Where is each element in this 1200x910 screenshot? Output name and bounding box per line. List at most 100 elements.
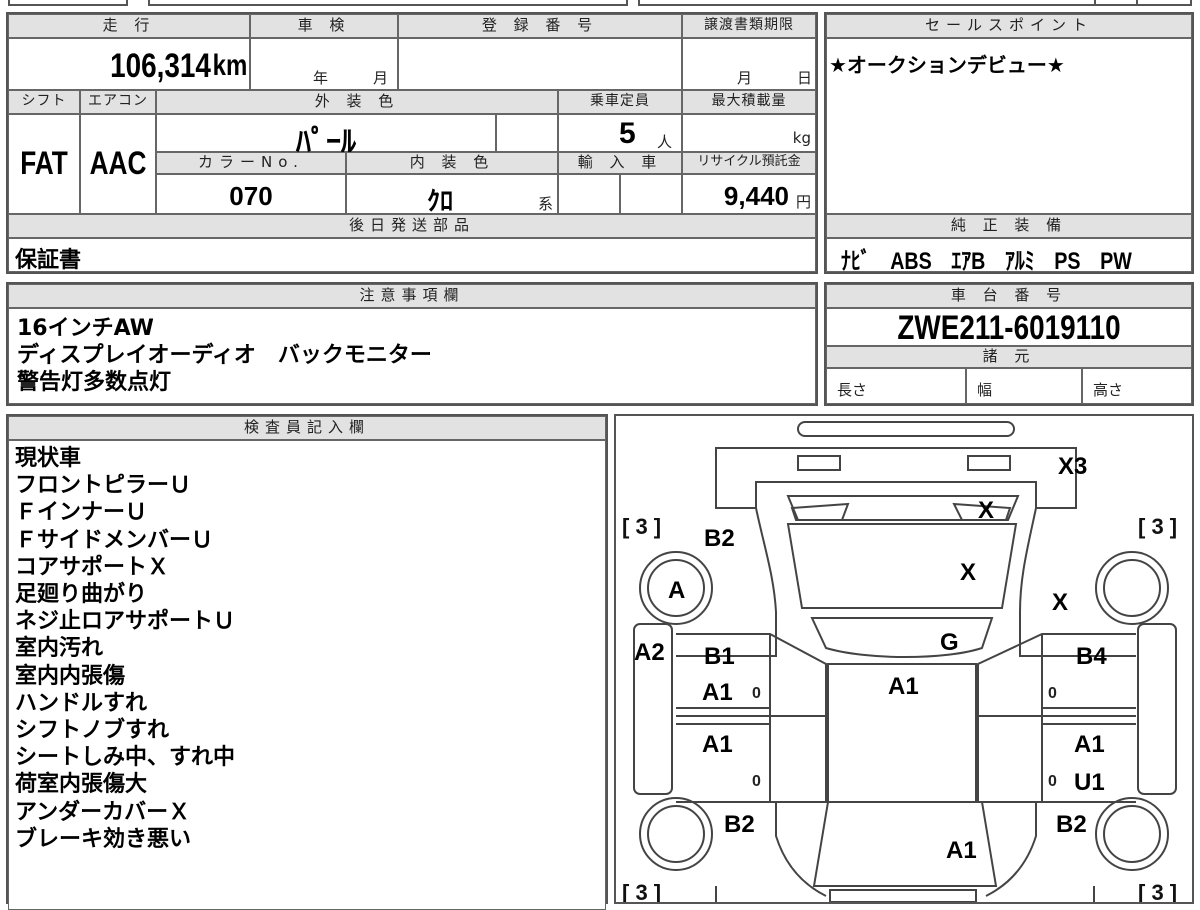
inspection-header: 車 検 xyxy=(250,14,398,38)
capacity-cell: 5 人 xyxy=(558,114,682,152)
spec-width-cell: 幅 xyxy=(966,368,1082,404)
max-load-unit: kg xyxy=(792,129,811,147)
top-clipped-row xyxy=(8,0,1192,6)
chassis-cell: ZWE211-6019110 xyxy=(826,308,1192,347)
notes-line: 16インチAW xyxy=(17,316,154,341)
inspector-block: 検査員記入欄 現状車 フロントピラーＵ ＦインナーＵ ＦサイドメンバーＵ コアサ… xyxy=(6,414,608,910)
interior-color-cell: ｸﾛ 系 xyxy=(346,174,558,216)
chassis-header: 車 台 番 号 xyxy=(826,284,1192,308)
spec-length-label: 長さ xyxy=(837,381,868,399)
damage-mark: A1 xyxy=(702,679,733,706)
interior-color-header: 内 装 色 xyxy=(346,152,558,174)
later-parts-value: 保証書 xyxy=(15,248,82,273)
inspector-line: ＦサイドメンバーＵ xyxy=(15,527,214,553)
sales-point-value: ★オークションデビュー★ xyxy=(829,53,1065,77)
damage-mark: A1 xyxy=(1074,731,1105,758)
inspector-line: ＦインナーＵ xyxy=(15,500,148,526)
recycle-header: リサイクル預託金 xyxy=(682,152,816,174)
interior-color-suffix: 系 xyxy=(537,195,553,213)
inspector-cell: 現状車 フロントピラーＵ ＦインナーＵ ＦサイドメンバーＵ コアサポートＸ 足廻… xyxy=(8,440,606,910)
inspector-line: アンダーカバーＸ xyxy=(15,799,191,825)
exterior-color-header: 外 装 色 xyxy=(156,90,558,114)
inspector-line: シートしみ中、すれ中 xyxy=(15,745,236,771)
capacity-header: 乗車定員 xyxy=(558,90,682,114)
damage-mark: A xyxy=(668,577,685,604)
deadline-month-unit: 月 xyxy=(737,69,753,87)
notes-line: 警告灯多数点灯 xyxy=(17,370,172,395)
damage-mark: A1 xyxy=(946,837,977,864)
inspector-line: ネジ止ロアサポートＵ xyxy=(15,609,236,635)
inspector-line: ハンドルすれ xyxy=(15,690,148,716)
chassis-value: ZWE211-6019110 xyxy=(897,309,1121,347)
sales-point-block: セールスポイント ★オークションデビュー★ 純 正 装 備 ﾅﾋﾞ ABS ｴｱ… xyxy=(824,12,1194,275)
car-diagram-frame: [ 3 ] [ 3 ] [ 3 ] [ 3 ] X3 X X X B2 A A2… xyxy=(614,414,1194,904)
chassis-block: 車 台 番 号 ZWE211-6019110 諸 元 長さ 幅 高さ xyxy=(824,282,1194,406)
color-no-header: カラーNo. xyxy=(156,152,346,174)
capacity-unit: 人 xyxy=(657,133,673,151)
inspection-year-unit: 年 xyxy=(313,69,329,87)
deadline-day-unit: 日 xyxy=(797,69,813,87)
capacity-value: 5 xyxy=(619,117,636,150)
standard-equipment-cell: ﾅﾋﾞ ABS ｴｱB ｱﾙﾐ PS PW xyxy=(826,238,1192,275)
damage-mark: A1 xyxy=(888,673,919,700)
mileage-unit: km xyxy=(212,49,247,82)
max-load-cell: kg xyxy=(682,114,816,152)
tire-tread-label: [ 3 ] xyxy=(1138,514,1177,539)
transfer-deadline-cell: 月 日 xyxy=(682,38,816,90)
shift-value: FAT xyxy=(20,145,68,181)
damage-mark: B2 xyxy=(704,525,735,552)
damage-mark: U1 xyxy=(1074,769,1105,796)
inspection-month-unit: 月 xyxy=(373,69,389,87)
aircon-value: AAC xyxy=(89,145,147,181)
later-parts-header: 後日発送部品 xyxy=(8,214,816,238)
inspector-line: ブレーキ効き悪い xyxy=(15,826,192,852)
pillar-mark: 0 xyxy=(752,773,761,790)
tire-tread-label: [ 3 ] xyxy=(622,880,661,902)
inspector-line: 荷室内張傷大 xyxy=(15,772,148,798)
damage-mark: X xyxy=(1052,589,1068,616)
damage-mark: A1 xyxy=(702,731,733,758)
mileage-value: 106,314 xyxy=(110,47,211,85)
spec-height-label: 高さ xyxy=(1093,381,1124,399)
damage-mark: B2 xyxy=(724,811,755,838)
sales-point-cell: ★オークションデビュー★ xyxy=(826,38,1192,214)
aircon-cell: AAC xyxy=(80,114,156,214)
max-load-header: 最大積載量 xyxy=(682,90,816,114)
specs-header: 諸 元 xyxy=(826,346,1192,368)
recycle-value: 9,440 xyxy=(723,181,789,211)
damage-mark: B4 xyxy=(1076,643,1107,670)
shift-cell: FAT xyxy=(8,114,80,214)
inspector-line: シフトノブすれ xyxy=(15,718,170,744)
inspector-line: 足廻り曲がり xyxy=(15,582,148,608)
spec-width-label: 幅 xyxy=(977,381,993,399)
registration-cell xyxy=(398,38,682,90)
inspector-header: 検査員記入欄 xyxy=(8,416,606,440)
damage-mark: X xyxy=(960,559,976,586)
inspector-line: 室内汚れ xyxy=(15,636,104,662)
spec-height-cell: 高さ xyxy=(1082,368,1192,404)
imported-cell-1 xyxy=(558,174,620,214)
vehicle-spec-block: 走 行 車 検 登 録 番 号 譲渡書類期限 106,314 km 年 月 月 … xyxy=(6,12,818,274)
pillar-mark: 0 xyxy=(1048,685,1057,702)
damage-mark: B1 xyxy=(704,643,735,670)
inspector-line: フロントピラーＵ xyxy=(15,473,192,499)
notes-cell: 16インチAW ディスプレイオーディオ バックモニター 警告灯多数点灯 xyxy=(8,308,816,404)
standard-equipment-header: 純 正 装 備 xyxy=(826,214,1192,238)
mileage-header: 走 行 xyxy=(8,14,250,38)
recycle-unit: 円 xyxy=(795,193,811,211)
later-parts-cell: 保証書 xyxy=(8,238,816,273)
car-diagram: [ 3 ] [ 3 ] [ 3 ] [ 3 ] X3 X X X B2 A A2… xyxy=(622,421,1177,902)
imported-cell-2 xyxy=(620,174,682,214)
exterior-color-sub-cell xyxy=(496,114,558,152)
transfer-deadline-header: 譲渡書類期限 xyxy=(682,14,816,38)
color-no-cell: 070 xyxy=(156,174,346,214)
recycle-cell: 9,440 円 xyxy=(682,174,816,214)
inspector-line: コアサポートＸ xyxy=(15,554,170,580)
mileage-cell: 106,314 km xyxy=(8,38,250,90)
pillar-mark: 0 xyxy=(1048,773,1057,790)
inspection-cell: 年 月 xyxy=(250,38,398,90)
damage-mark: X xyxy=(978,497,994,524)
damage-mark: X3 xyxy=(1058,453,1087,480)
color-no-value: 070 xyxy=(229,181,273,211)
standard-equipment-value: ﾅﾋﾞ ABS ｴｱB ｱﾙﾐ PS PW xyxy=(841,248,1132,275)
